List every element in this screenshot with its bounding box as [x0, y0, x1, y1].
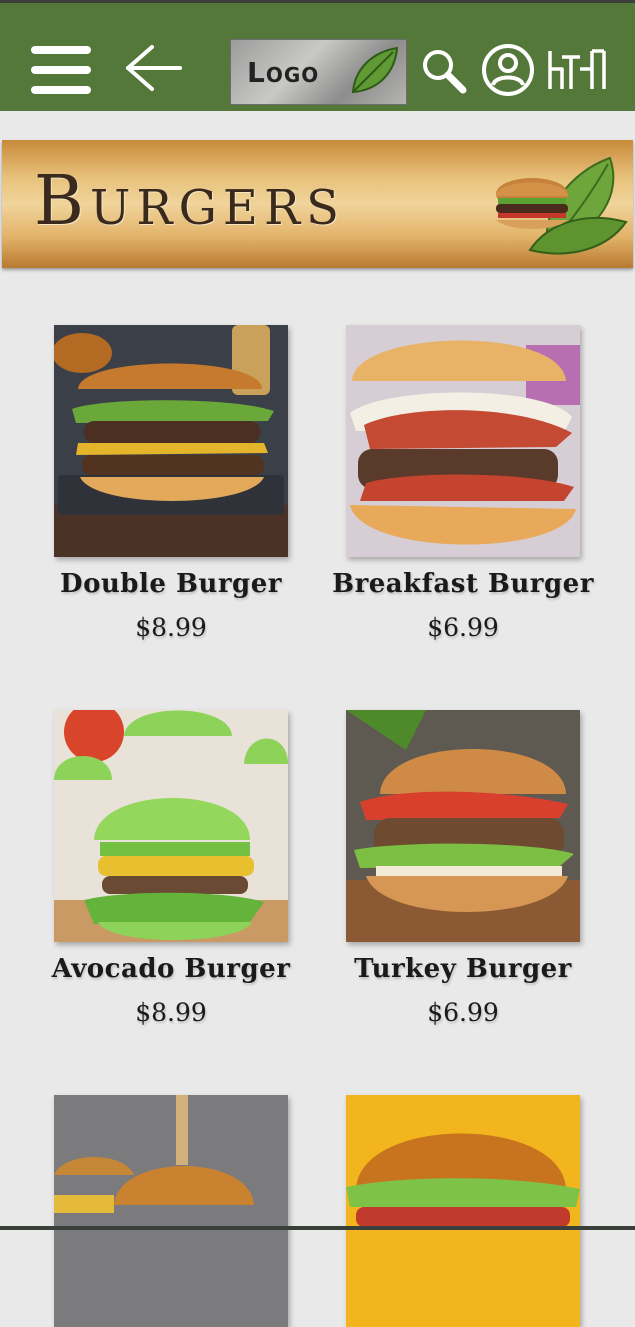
product-price: $8.99 [135, 613, 207, 642]
product-price: $8.99 [135, 998, 207, 1027]
double-burger-image [54, 325, 288, 557]
product-name[interactable]: Breakfast Burger [316, 569, 610, 599]
user-icon[interactable] [481, 43, 535, 97]
app-header: Logo [0, 3, 635, 111]
menu-icon-bar [31, 46, 91, 54]
product-image[interactable] [346, 325, 580, 557]
product-name[interactable]: Turkey Burger [316, 954, 610, 984]
leaf-icon [351, 46, 399, 94]
category-title: Burgers [34, 162, 345, 241]
search-icon[interactable] [420, 47, 468, 95]
logo-text: Logo [247, 56, 320, 89]
burger-image [54, 1095, 288, 1327]
product-price: $6.99 [427, 998, 499, 1027]
product-image[interactable] [54, 325, 288, 557]
product-image[interactable] [54, 1095, 288, 1327]
product-price: $6.99 [427, 613, 499, 642]
menu-icon-bar [31, 66, 91, 74]
avocado-burger-image [54, 710, 288, 942]
product-image[interactable] [54, 710, 288, 942]
back-arrow-icon[interactable] [122, 43, 182, 93]
product-name[interactable]: Avocado Burger [24, 954, 318, 984]
product-image[interactable] [346, 1095, 580, 1327]
burger-image [346, 1095, 580, 1327]
menu-button[interactable] [31, 46, 91, 94]
product-image[interactable] [346, 710, 580, 942]
product-name[interactable]: Double Burger [24, 569, 318, 599]
logo[interactable]: Logo [230, 39, 407, 105]
category-banner: Burgers [2, 140, 633, 268]
cart-icon[interactable] [546, 49, 608, 93]
bottom-border [0, 1226, 635, 1230]
menu-icon-bar [31, 86, 91, 94]
breakfast-burger-image [346, 325, 580, 557]
turkey-burger-image [346, 710, 580, 942]
burger-leaf-icon [496, 156, 628, 255]
